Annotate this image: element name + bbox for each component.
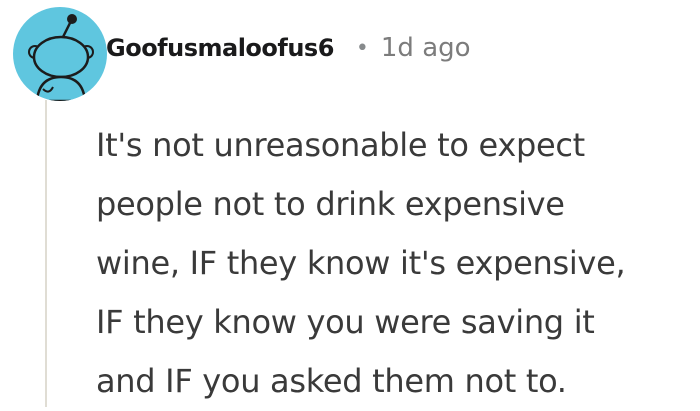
comment-body-line: and IF you asked them not to.	[96, 362, 567, 400]
comment-body-line: It's not unreasonable to expect	[96, 126, 585, 164]
thread-collapse-line[interactable]	[45, 100, 47, 407]
reddit-snoo-avatar-icon	[28, 14, 94, 101]
separator-dot: •	[355, 35, 369, 61]
comment-header: Goofusmaloofus6 • 1d ago	[106, 26, 471, 70]
comment-body-line: wine, IF they know it's expensive,	[96, 244, 626, 282]
username-link[interactable]: Goofusmaloofus6	[106, 34, 334, 62]
comment: Goofusmaloofus6 • 1d ago It's not unreas…	[0, 0, 700, 407]
comment-body: It's not unreasonable to expect people n…	[96, 116, 696, 411]
user-avatar[interactable]	[13, 7, 107, 101]
timestamp[interactable]: 1d ago	[381, 33, 471, 63]
comment-body-line: people not to drink expensive	[96, 185, 565, 223]
comment-body-line: IF they know you were saving it	[96, 303, 595, 341]
